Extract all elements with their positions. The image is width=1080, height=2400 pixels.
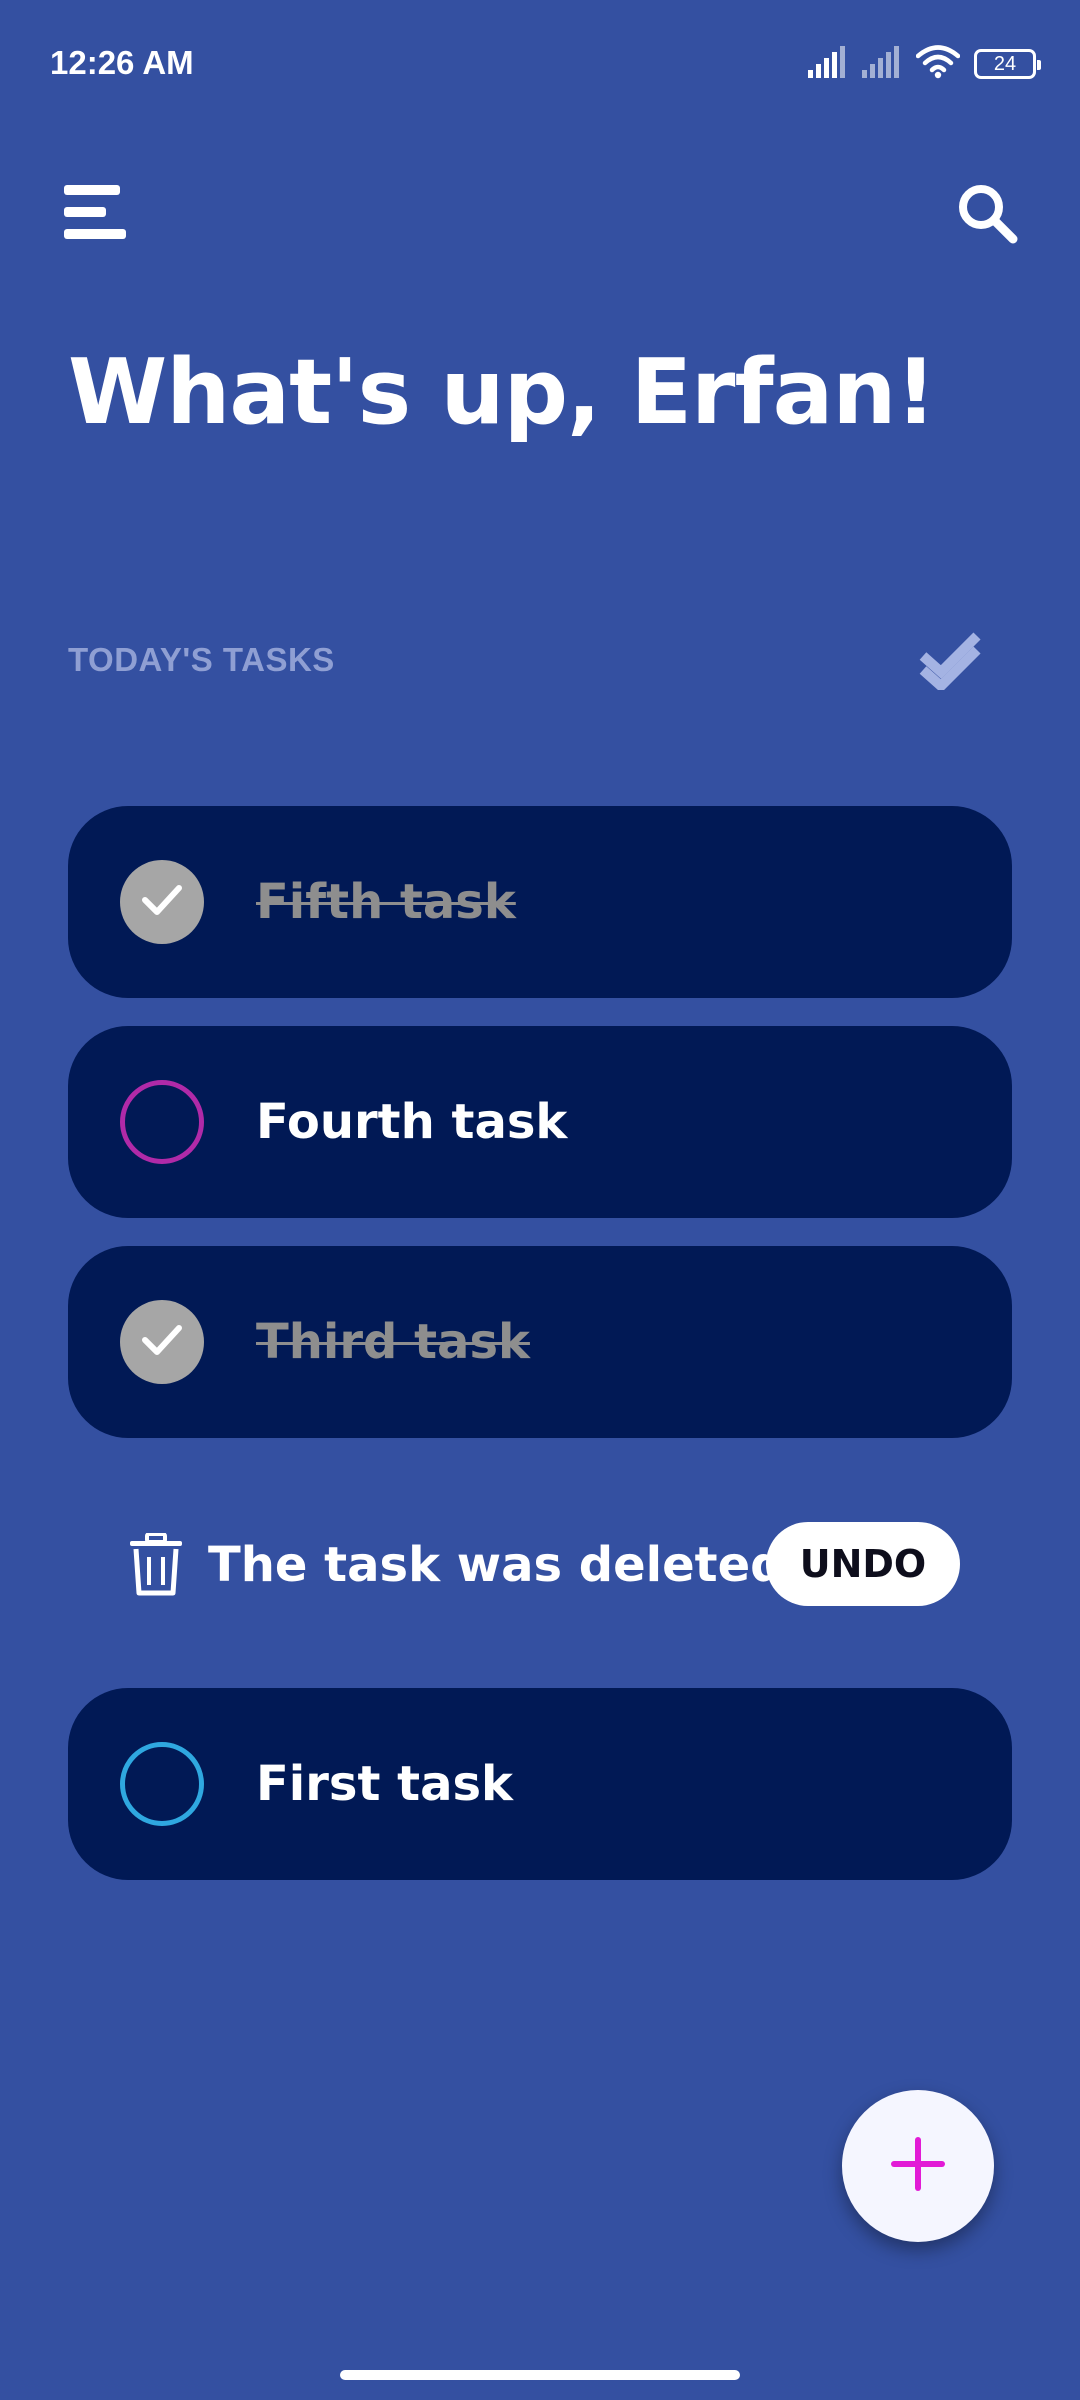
trash-icon bbox=[126, 1530, 186, 1600]
task-checkbox[interactable] bbox=[120, 1300, 204, 1384]
check-icon bbox=[140, 1322, 184, 1362]
task-card[interactable]: Fifth task bbox=[68, 806, 1012, 998]
task-label: Fourth task bbox=[256, 1094, 568, 1150]
battery-icon: 24 bbox=[974, 49, 1041, 79]
search-button[interactable] bbox=[942, 170, 1032, 260]
undo-button[interactable]: UNDO bbox=[766, 1522, 960, 1606]
menu-icon bbox=[64, 185, 126, 245]
section-title: TODAY'S TASKS bbox=[68, 641, 335, 678]
search-icon bbox=[955, 181, 1019, 249]
task-card[interactable]: Third task bbox=[68, 1246, 1012, 1438]
plus-icon bbox=[888, 2134, 948, 2198]
status-time: 12:26 AM bbox=[50, 44, 194, 81]
section-header: TODAY'S TASKS bbox=[68, 620, 1012, 700]
task-card[interactable]: Fourth task bbox=[68, 1026, 1012, 1218]
greeting-title: What's up, Erfan! bbox=[68, 340, 936, 445]
task-checkbox[interactable] bbox=[120, 860, 204, 944]
wifi-icon bbox=[915, 45, 961, 83]
battery-level: 24 bbox=[993, 53, 1017, 75]
task-checkbox[interactable] bbox=[120, 1080, 204, 1164]
home-indicator[interactable] bbox=[340, 2370, 740, 2380]
done-all-icon bbox=[919, 626, 985, 694]
task-card[interactable]: First task bbox=[68, 1688, 1012, 1880]
task-label: First task bbox=[256, 1756, 513, 1812]
status-icons: 24 bbox=[808, 44, 1041, 84]
status-bar: 12:26 AM 24 bbox=[0, 0, 1080, 130]
menu-button[interactable] bbox=[64, 170, 154, 260]
task-label: Third task bbox=[256, 1314, 530, 1370]
check-icon bbox=[140, 882, 184, 922]
signal-icon bbox=[808, 46, 848, 82]
snackbar: The task was deleted UNDO bbox=[68, 1500, 1012, 1630]
task-label: Fifth task bbox=[256, 874, 516, 930]
snackbar-message: The task was deleted bbox=[208, 1537, 785, 1593]
add-task-button[interactable] bbox=[842, 2090, 994, 2242]
task-checkbox[interactable] bbox=[120, 1742, 204, 1826]
signal-icon bbox=[862, 46, 902, 82]
done-all-button[interactable] bbox=[912, 620, 992, 700]
